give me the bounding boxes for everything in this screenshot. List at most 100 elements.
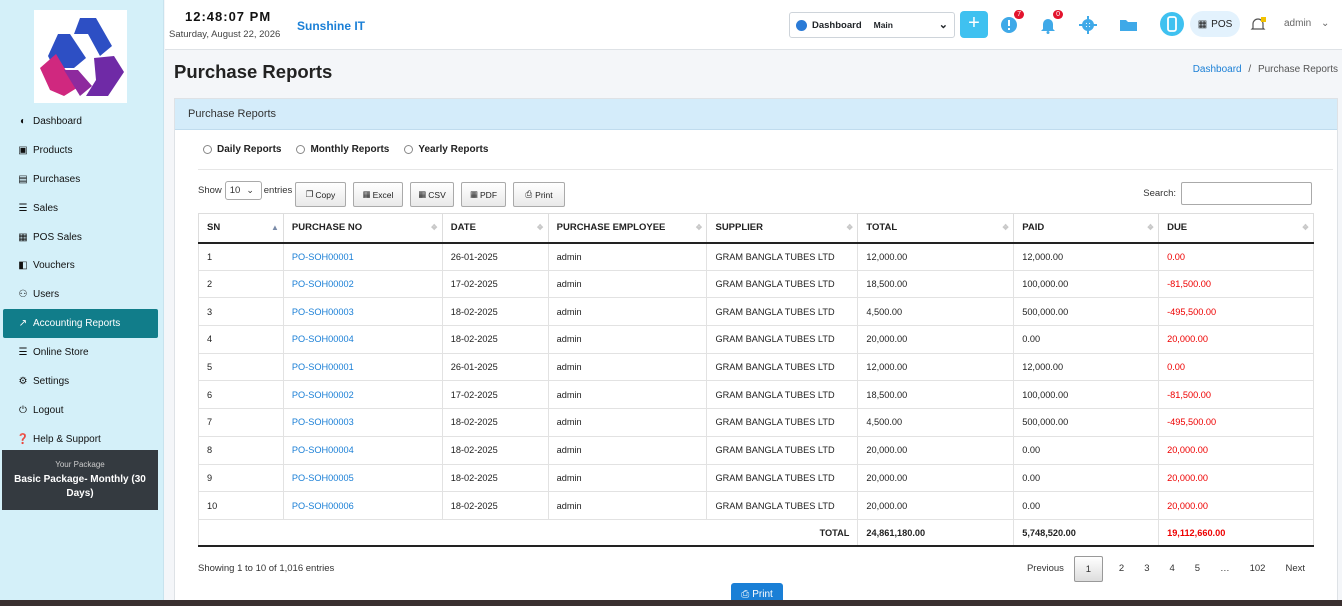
column-header-label: PAID bbox=[1022, 222, 1045, 234]
page-next[interactable]: Next bbox=[1275, 556, 1315, 582]
cell-employee: admin bbox=[547, 435, 708, 465]
breadcrumb: Dashboard / Purchase Reports bbox=[1193, 64, 1338, 75]
sidebar-item-sales[interactable]: ☰ Sales bbox=[0, 194, 164, 223]
cell-purchase-no[interactable]: PO-SOH00002 bbox=[282, 380, 443, 410]
table-row: 9 PO-SOH00005 18-02-2025 admin GRAM BANGLA T… bbox=[198, 463, 1314, 493]
cell-supplier: GRAM BANGLA TUBES LTD bbox=[706, 463, 859, 493]
sidebar-item-purchases[interactable]: ▤ Purchases bbox=[0, 165, 164, 194]
column-header-sn[interactable]: SN ▲ bbox=[198, 213, 284, 244]
cell-total: 20,000.00 bbox=[857, 435, 1015, 465]
copy-button[interactable]: ❐ Copy bbox=[295, 182, 346, 207]
sort-icon: ❖ bbox=[1146, 223, 1155, 232]
sort-icon: ❖ bbox=[430, 223, 438, 232]
cell-purchase-no[interactable]: PO-SOH00001 bbox=[282, 352, 443, 382]
add-button[interactable]: + bbox=[960, 11, 988, 38]
cell-date: 18-02-2025 bbox=[441, 491, 549, 520]
mobile-icon[interactable] bbox=[1160, 12, 1184, 36]
file-csv-icon: ▦ bbox=[418, 189, 427, 199]
column-header-label: TOTAL bbox=[866, 222, 898, 234]
dashboard-select[interactable]: Dashboard Main ⌄ bbox=[789, 12, 955, 38]
page-102[interactable]: 102 bbox=[1240, 556, 1276, 582]
gear-icon[interactable] bbox=[1079, 16, 1097, 34]
cell-total: 12,000.00 bbox=[857, 352, 1015, 382]
cell-date: 18-02-2025 bbox=[441, 408, 549, 437]
excel-button[interactable]: ▦ Excel bbox=[353, 182, 403, 207]
page-3[interactable]: 3 bbox=[1134, 556, 1159, 582]
package-name: Basic Package- Monthly (30 Days) bbox=[14, 474, 146, 499]
cell-purchase-no[interactable]: PO-SOH00002 bbox=[282, 269, 443, 299]
column-header-purchase-no[interactable]: PURCHASE NO ❖ bbox=[282, 213, 443, 244]
folder-icon[interactable] bbox=[1119, 16, 1139, 34]
page-5[interactable]: 5 bbox=[1185, 556, 1210, 582]
sidebar-item-users[interactable]: ⚇ Users bbox=[0, 280, 164, 309]
bell-outline-icon[interactable] bbox=[1250, 17, 1266, 33]
column-header-purchase-employee[interactable]: PURCHASE EMPLOYEE ❖ bbox=[547, 213, 708, 244]
cell-employee: admin bbox=[547, 325, 708, 354]
company-logo[interactable] bbox=[34, 10, 127, 103]
breadcrumb-home[interactable]: Dashboard bbox=[1193, 64, 1242, 75]
cell-purchase-no[interactable]: PO-SOH00001 bbox=[282, 242, 443, 271]
cell-due: 20,000.00 bbox=[1158, 491, 1314, 520]
table-body: 1 PO-SOH00001 26-01-2025 admin GRAM BANGLA T… bbox=[198, 242, 1314, 520]
cell-paid: 100,000.00 bbox=[1013, 380, 1160, 410]
sidebar-item-online-store[interactable]: ☰ Online Store bbox=[0, 338, 164, 367]
cell-supplier: GRAM BANGLA TUBES LTD bbox=[706, 435, 859, 465]
column-header-total[interactable]: TOTAL ❖ bbox=[857, 213, 1015, 244]
export-buttons: ❐ Copy ▦ Excel ▦ CSV ▦ PDF ⎙ Print bbox=[295, 182, 572, 207]
sidebar-item-dashboard[interactable]: ◐ Dashboard bbox=[0, 107, 164, 136]
sidebar-item-logout[interactable]: ⏻ Logout bbox=[0, 396, 164, 425]
print-button[interactable]: ⎙ Print bbox=[513, 182, 565, 207]
page-previous[interactable]: Previous bbox=[1017, 556, 1074, 582]
column-header-date[interactable]: DATE ❖ bbox=[441, 213, 549, 244]
page-1[interactable]: 1 bbox=[1073, 556, 1103, 582]
cell-purchase-no[interactable]: PO-SOH00003 bbox=[282, 297, 443, 327]
cell-sn: 4 bbox=[198, 325, 284, 354]
csv-button[interactable]: ▦ CSV bbox=[410, 182, 454, 207]
entries-label: entries bbox=[263, 185, 293, 196]
cell-date: 18-02-2025 bbox=[441, 435, 549, 465]
alert-icon[interactable]: 7 bbox=[1000, 10, 1024, 34]
page-4[interactable]: 4 bbox=[1160, 556, 1185, 582]
radio-yearly[interactable]: Yearly Reports bbox=[404, 144, 488, 155]
radio-monthly[interactable]: Monthly Reports bbox=[296, 144, 389, 155]
cell-total: 4,500.00 bbox=[857, 297, 1015, 327]
sidebar-item-settings[interactable]: ⚙ Settings bbox=[0, 367, 164, 396]
cell-supplier: GRAM BANGLA TUBES LTD bbox=[706, 325, 859, 354]
brand-name[interactable]: Sunshine IT bbox=[297, 19, 365, 33]
page-2[interactable]: 2 bbox=[1109, 556, 1134, 582]
cell-purchase-no[interactable]: PO-SOH00006 bbox=[282, 491, 443, 520]
voucher-icon: ◧ bbox=[18, 260, 28, 272]
pdf-button[interactable]: ▦ PDF bbox=[461, 182, 506, 207]
table-row: 6 PO-SOH00002 17-02-2025 admin GRAM BANGLA T… bbox=[198, 380, 1314, 410]
cell-supplier: GRAM BANGLA TUBES LTD bbox=[706, 380, 859, 410]
page-length-select[interactable]: 10 ⌄ bbox=[224, 181, 262, 200]
cart-icon: ☰ bbox=[18, 347, 28, 359]
cell-purchase-no[interactable]: PO-SOH00005 bbox=[282, 463, 443, 493]
radio-circle[interactable] bbox=[404, 145, 414, 154]
cell-purchase-no[interactable]: PO-SOH00004 bbox=[282, 435, 443, 465]
radio-circle[interactable] bbox=[296, 145, 306, 154]
radio-circle[interactable] bbox=[203, 145, 212, 154]
column-header-due[interactable]: DUE ❖ bbox=[1158, 213, 1314, 244]
sort-icon: ❖ bbox=[695, 223, 703, 232]
bell-icon[interactable]: 0 bbox=[1039, 10, 1063, 34]
cell-paid: 12,000.00 bbox=[1013, 352, 1160, 382]
search-label: Search: bbox=[1143, 188, 1176, 199]
pos-button[interactable]: ▦ POS bbox=[1190, 11, 1240, 37]
sort-asc-icon: ▲ bbox=[270, 223, 279, 232]
package-panel: Your Package Basic Package- Monthly (30 … bbox=[2, 450, 158, 510]
sidebar-item-pos-sales[interactable]: ▦ POS Sales bbox=[0, 223, 164, 252]
user-menu[interactable]: admin ⌄ bbox=[1284, 18, 1329, 29]
cell-purchase-no[interactable]: PO-SOH00004 bbox=[282, 325, 443, 354]
column-header-paid[interactable]: PAID ❖ bbox=[1013, 213, 1160, 244]
radio-daily[interactable]: Daily Reports bbox=[203, 144, 281, 155]
sidebar-item-accounting-reports[interactable]: ↗ Accounting Reports bbox=[3, 309, 158, 339]
pos-label: POS bbox=[1211, 18, 1233, 30]
cell-supplier: GRAM BANGLA TUBES LTD bbox=[706, 491, 859, 520]
grid-icon: ▦ bbox=[1197, 18, 1208, 30]
cell-purchase-no[interactable]: PO-SOH00003 bbox=[282, 408, 443, 437]
column-header-supplier[interactable]: SUPPLIER ❖ bbox=[706, 213, 859, 244]
search-input[interactable] bbox=[1181, 182, 1312, 205]
sidebar-item-vouchers[interactable]: ◧ Vouchers bbox=[0, 251, 164, 280]
sidebar-item-products[interactable]: ▣ Products bbox=[0, 136, 164, 165]
